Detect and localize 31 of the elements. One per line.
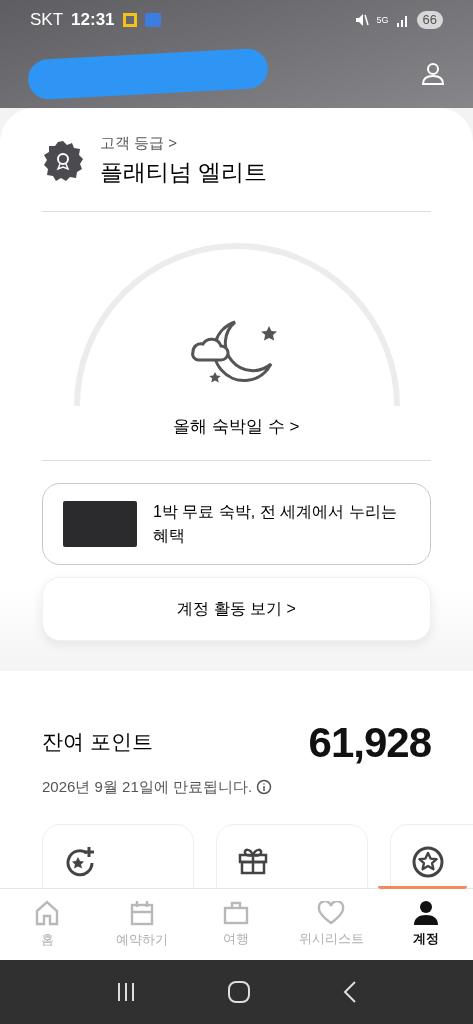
star-moon-plus-icon (63, 845, 97, 879)
info-icon[interactable] (256, 778, 273, 795)
nights-link[interactable]: 올해 숙박일 수 > (173, 414, 300, 440)
star-circle-icon (411, 845, 445, 879)
time-text: 12:31 (71, 9, 115, 32)
profile-icon[interactable] (421, 62, 445, 86)
promo-text: 1박 무료 숙박, 전 세계에서 누리는 혜택 (153, 501, 398, 546)
tier-name: 플래티넘 엘리트 (100, 157, 268, 187)
person-icon (412, 900, 439, 925)
notification-square-icon (122, 13, 137, 27)
app-notification-icon (144, 13, 161, 27)
points-value: 61,928 (308, 717, 431, 768)
tier-link[interactable]: 고객 등급 > (100, 132, 268, 155)
credit-card-promo[interactable]: 1박 무료 숙박, 전 세계에서 누리는 혜택 (42, 482, 431, 565)
points-label: 잔여 포인트 (42, 729, 153, 756)
battery-indicator: 66 (416, 11, 443, 29)
back-icon[interactable] (342, 981, 357, 1003)
heart-icon (317, 900, 346, 925)
suitcase-icon (223, 900, 250, 925)
recent-apps-icon[interactable] (116, 982, 137, 1002)
expiry-text: 2026년 9월 21일에 만료됩니다. (42, 776, 253, 797)
home-icon (35, 899, 60, 926)
mute-icon (354, 13, 369, 27)
network-type-text: 5G (376, 15, 389, 25)
carrier-text: SKT (30, 9, 64, 32)
signal-icon (396, 13, 409, 27)
account-activity-button[interactable]: 계정 활동 보기 > (42, 576, 431, 641)
nav-tab[interactable]: 계정 (378, 889, 473, 960)
calendar-icon (129, 899, 154, 926)
home-button-icon[interactable] (228, 981, 251, 1003)
badge-icon (42, 139, 84, 182)
